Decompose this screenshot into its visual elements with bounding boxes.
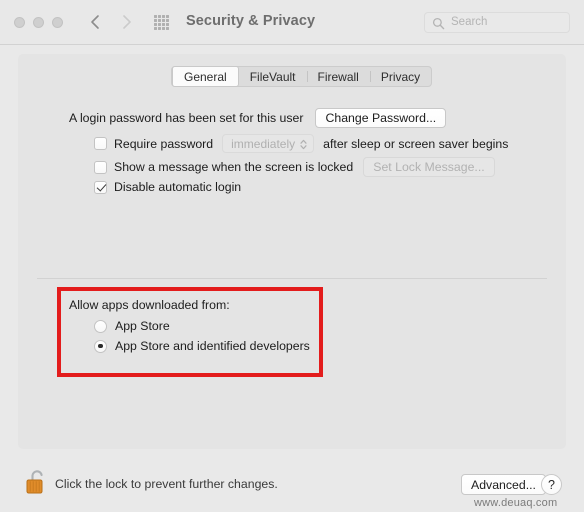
tab-firewall[interactable]: Firewall — [306, 67, 370, 86]
gatekeeper-heading: Allow apps downloaded from: — [69, 298, 230, 312]
search-input[interactable]: Search — [424, 12, 570, 33]
require-password-delay-popup[interactable]: immediately — [222, 134, 315, 154]
chevron-updown-icon — [299, 138, 308, 154]
login-password-status: A login password has been set for this u… — [69, 111, 304, 125]
tab-privacy[interactable]: Privacy — [369, 67, 431, 86]
app-store-radio[interactable] — [94, 319, 107, 333]
advanced-button[interactable]: Advanced... — [461, 474, 546, 495]
lock-hint-text: Click the lock to prevent further change… — [55, 477, 278, 491]
app-store-and-identified-developers-label: App Store and identified developers — [115, 339, 310, 353]
watermark: www.deuaq.com — [474, 497, 558, 509]
gatekeeper-option-app-store[interactable]: App Store — [94, 319, 170, 333]
search-icon — [432, 17, 445, 35]
disable-auto-login-checkbox[interactable] — [94, 180, 107, 194]
require-password-label: Require password — [114, 136, 214, 151]
disable-auto-login-label: Disable automatic login — [114, 180, 242, 194]
gatekeeper-option-identified-developers[interactable]: App Store and identified developers — [94, 339, 310, 353]
window-titlebar: Security & Privacy Search — [0, 0, 584, 45]
traffic-light-buttons — [14, 17, 63, 28]
back-button[interactable] — [87, 12, 105, 32]
tab-bar: General FileVault Firewall Privacy — [171, 66, 433, 87]
require-password-checkbox[interactable] — [94, 137, 107, 150]
lock-message-label: Show a message when the screen is locked — [114, 160, 354, 174]
tab-filevault[interactable]: FileVault — [239, 67, 307, 86]
login-password-row: A login password has been set for this u… — [69, 108, 447, 128]
show-all-grid-icon[interactable] — [154, 15, 169, 30]
close-button[interactable] — [14, 17, 25, 28]
disable-auto-login-row: Disable automatic login — [94, 180, 241, 194]
lock-message-checkbox[interactable] — [94, 160, 107, 174]
zoom-button[interactable] — [52, 17, 63, 28]
set-lock-message-button[interactable]: Set Lock Message... — [363, 157, 495, 177]
tab-general[interactable]: General — [172, 66, 239, 87]
page-title: Security & Privacy — [186, 13, 316, 29]
minimize-button[interactable] — [33, 17, 44, 28]
gatekeeper-heading-label: Allow apps downloaded from: — [69, 298, 230, 312]
lock-message-row: Show a message when the screen is locked… — [94, 157, 495, 177]
search-placeholder: Search — [451, 16, 488, 28]
help-button[interactable]: ? — [541, 474, 562, 495]
preferences-window: Security & Privacy Search General FileVa… — [0, 0, 584, 512]
forward-button[interactable] — [117, 12, 135, 32]
section-divider — [37, 278, 547, 279]
require-password-suffix-label: after sleep or screen saver begins — [323, 136, 509, 151]
app-store-label: App Store — [115, 319, 170, 333]
require-password-row: Require password immediately after sleep… — [94, 134, 508, 153]
change-password-button[interactable]: Change Password... — [315, 108, 447, 128]
app-store-and-identified-developers-radio[interactable] — [94, 339, 107, 353]
require-password-delay-value: immediately — [231, 136, 296, 151]
unlocked-padlock-icon[interactable] — [24, 466, 50, 498]
